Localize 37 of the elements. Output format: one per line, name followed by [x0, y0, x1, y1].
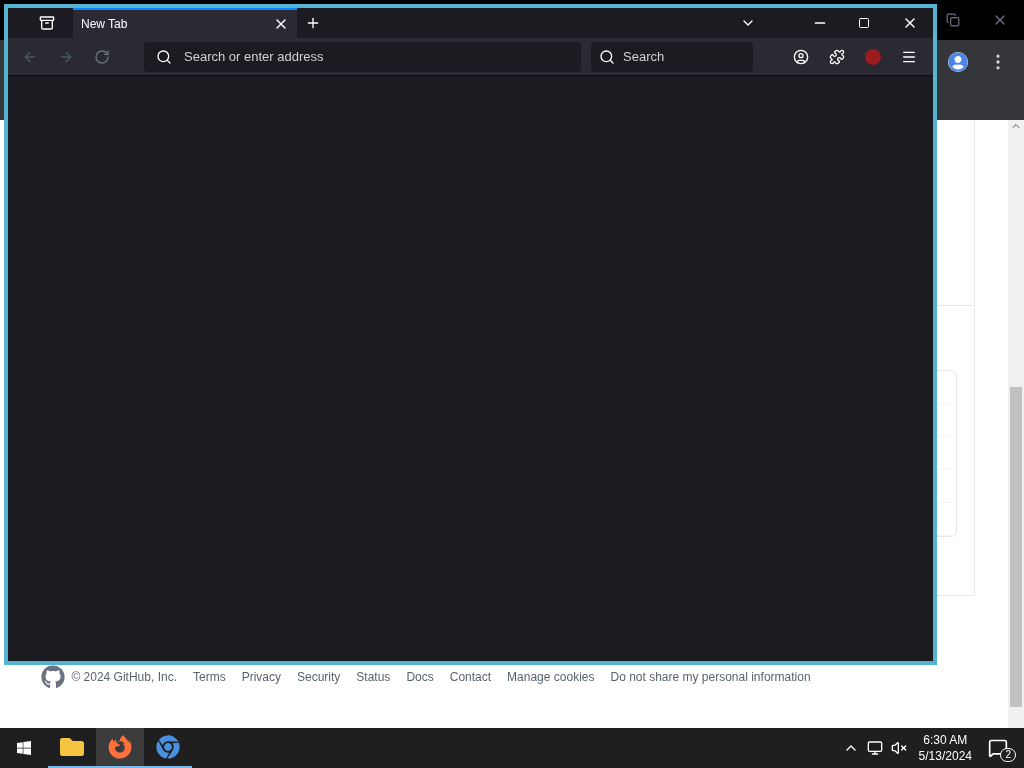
footer-link[interactable]: Security: [297, 668, 341, 686]
footer-link[interactable]: Status: [356, 668, 391, 686]
windows-logo-icon: [16, 740, 32, 756]
account-icon[interactable]: [793, 48, 809, 65]
scrollbar[interactable]: [1008, 120, 1024, 728]
clock[interactable]: 6:30 AM 5/13/2024: [918, 732, 972, 764]
new-tab-icon[interactable]: [305, 15, 321, 31]
notification-count: 2: [1000, 748, 1016, 762]
time-text: 6:30 AM: [923, 732, 968, 748]
restore-icon[interactable]: [946, 13, 960, 27]
taskbar-app[interactable]: [96, 728, 144, 768]
footer-link[interactable]: Manage cookies: [507, 668, 595, 686]
footer-link[interactable]: Contact: [449, 668, 492, 686]
address-field[interactable]: Search or enter address: [144, 41, 581, 72]
date-text: 5/13/2024: [918, 748, 972, 764]
search-field[interactable]: Search: [591, 41, 753, 72]
footer-link[interactable]: Docs: [406, 668, 434, 686]
search-icon: [156, 48, 172, 65]
maximize-icon[interactable]: [858, 17, 870, 29]
browser-tab[interactable]: New Tab: [73, 8, 297, 38]
browser-logo-icon: [156, 735, 180, 759]
copyright-text: © 2024 GitHub, Inc.: [71, 669, 177, 686]
notification-icon[interactable]: [988, 738, 1008, 758]
muted-speaker-icon[interactable]: [890, 740, 907, 756]
footer-link[interactable]: Terms: [192, 668, 226, 686]
folder-icon: [60, 735, 84, 759]
footer-link[interactable]: Do not share my personal information: [610, 668, 811, 686]
extensions-icon[interactable]: [829, 48, 845, 65]
tab-manager-icon[interactable]: [39, 15, 55, 31]
reload-icon[interactable]: [94, 48, 110, 65]
network-icon[interactable]: [866, 740, 883, 756]
profile-avatar-icon[interactable]: [948, 52, 968, 72]
search-icon: [599, 48, 615, 65]
fox-logo-icon: [108, 735, 132, 759]
footer-link[interactable]: Privacy: [241, 668, 281, 686]
github-logo-icon[interactable]: [41, 665, 66, 689]
scrollbar-thumb[interactable]: [1010, 387, 1022, 707]
